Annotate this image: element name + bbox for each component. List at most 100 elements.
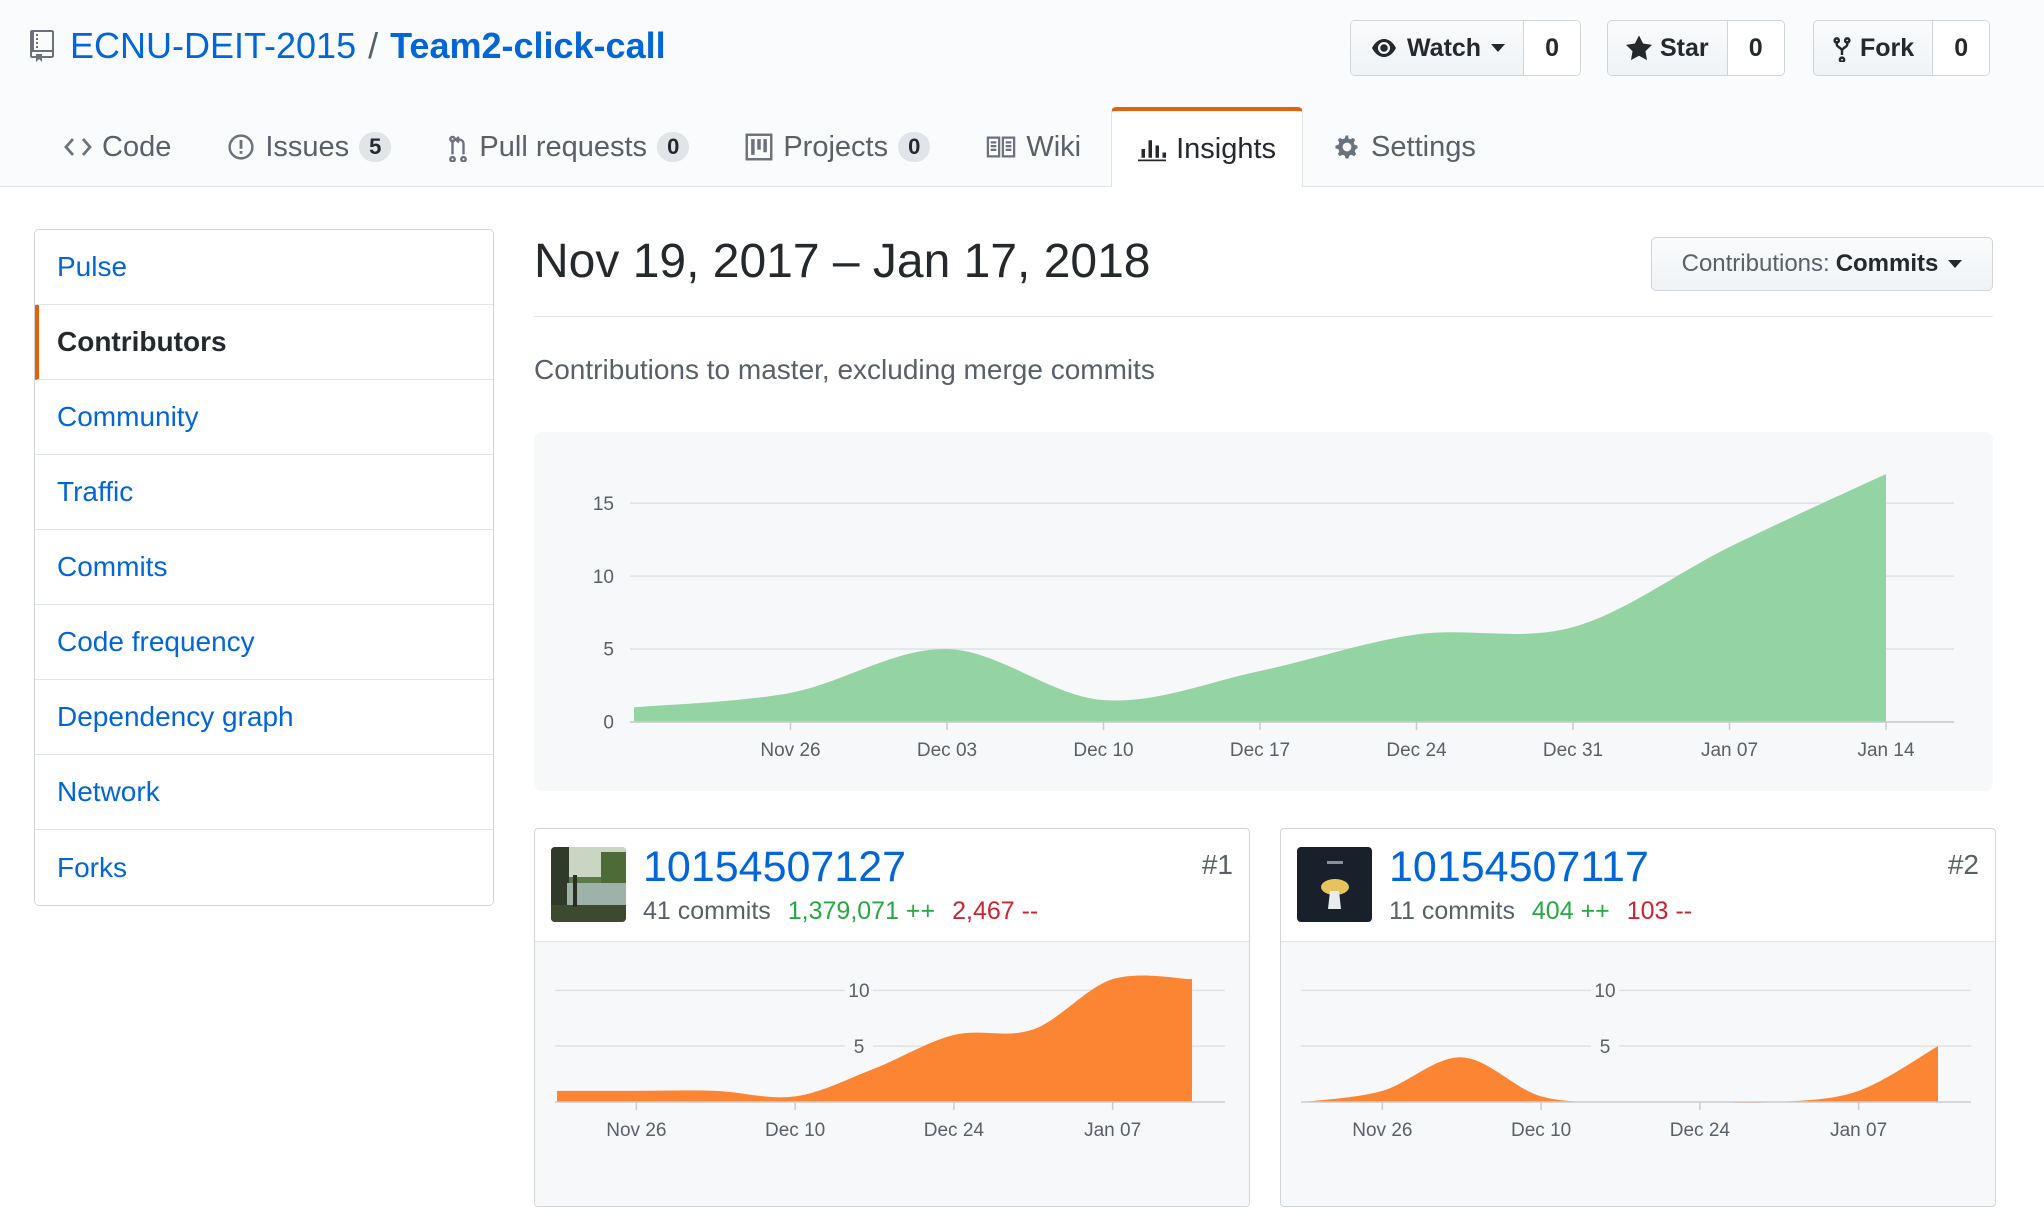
x-tick-label: Jan 07 — [1830, 1120, 1887, 1141]
pull-request-icon — [449, 135, 468, 162]
contributor-card-header: 10154507127 #1 41 commits 1,379,071 ++ 2… — [535, 829, 1249, 942]
x-tick-label: Dec 31 — [1543, 740, 1603, 761]
contributor-rank: #1 — [1201, 849, 1233, 880]
contributor-chart-svg: 5 10 Nov 26 Dec 10 Dec 24 Jan 07 — [1301, 977, 1971, 1141]
x-tick-label: Nov 26 — [606, 1120, 666, 1141]
additions-count: 404 ++ — [1531, 897, 1610, 925]
issues-counter: 5 — [359, 132, 392, 162]
y-tick-label: 0 — [603, 713, 614, 734]
contributions-chart: 0 5 10 15 Nov 26 Dec 03 Dec 10 Dec 17 Dec 24 Dec … — [534, 432, 1993, 791]
contributor-stats: 11 commits 404 ++ 103 -- — [1389, 897, 1692, 926]
repo-separator: / — [368, 25, 379, 66]
y-tick-label: 5 — [603, 640, 614, 661]
star-button[interactable]: Star — [1608, 21, 1728, 75]
sidebar-item-pulse[interactable]: Pulse — [35, 230, 493, 305]
x-tick-label: Nov 26 — [760, 740, 820, 761]
deletions-count: 2,467 -- — [952, 897, 1039, 925]
avatar[interactable] — [551, 847, 626, 922]
y-tick-label: 10 — [593, 567, 614, 588]
tab-label: Insights — [1176, 132, 1277, 165]
contributor-username[interactable]: 10154507117 — [1389, 843, 1649, 892]
watch-count[interactable]: 0 — [1524, 21, 1581, 75]
fork-label: Fork — [1860, 33, 1915, 62]
watch-button[interactable]: Watch — [1351, 21, 1525, 75]
projects-counter: 0 — [898, 132, 931, 162]
area-series — [634, 474, 1886, 722]
gear-icon — [1335, 135, 1358, 159]
fork-button[interactable]: Fork — [1814, 21, 1934, 75]
x-tick-label: Dec 24 — [1386, 740, 1447, 761]
insights-sidebar: Pulse Contributors Community Traffic Com… — [34, 229, 494, 906]
code-icon — [64, 138, 92, 156]
sidebar-item-traffic[interactable]: Traffic — [35, 455, 493, 530]
star-group: Star 0 — [1607, 20, 1785, 76]
watch-group: Watch 0 — [1350, 20, 1582, 76]
tab-issues[interactable]: Issues 5 — [201, 108, 417, 186]
x-tick-label: Dec 10 — [765, 1120, 825, 1141]
sidebar-item-code-frequency[interactable]: Code frequency — [35, 605, 493, 680]
contributor-rank: #2 — [1947, 849, 1979, 880]
tab-label: Pull requests — [479, 130, 648, 163]
commit-count[interactable]: 41 commits — [643, 897, 771, 925]
chevron-down-icon — [1491, 44, 1506, 52]
contributor-username[interactable]: 10154507127 — [643, 843, 906, 892]
repo-nav: Code Issues 5 Pull requests 0 Projects 0… — [38, 107, 1506, 187]
fork-count[interactable]: 0 — [1933, 21, 1990, 75]
x-tick-label: Jan 07 — [1701, 740, 1758, 761]
x-tick-label: Jan 07 — [1084, 1120, 1141, 1141]
contributor-stats: 41 commits 1,379,071 ++ 2,467 -- — [643, 897, 1038, 926]
sidebar-item-network[interactable]: Network — [35, 755, 493, 830]
x-tick-label: Dec 10 — [1511, 1120, 1571, 1141]
sidebar-item-community[interactable]: Community — [35, 380, 493, 455]
contributions-select[interactable]: Contributions: Commits — [1651, 237, 1993, 291]
tab-settings[interactable]: Settings — [1307, 108, 1502, 186]
graph-icon — [1138, 140, 1167, 162]
x-tick-label: Nov 26 — [1352, 1120, 1412, 1141]
repo-icon — [30, 30, 54, 62]
area-series — [1303, 1046, 1938, 1103]
project-icon — [745, 133, 773, 161]
sidebar-item-dependency-graph[interactable]: Dependency graph — [35, 680, 493, 755]
tab-label: Projects — [783, 130, 889, 163]
sidebar-item-contributors[interactable]: Contributors — [35, 305, 493, 380]
contributor-chart-svg: 5 10 Nov 26 Dec 10 Dec 24 Jan 07 — [555, 975, 1225, 1141]
contributions-chart-svg: 0 5 10 15 Nov 26 Dec 03 Dec 10 Dec 17 Dec 24 Dec … — [593, 474, 1954, 761]
contributions-value: Commits — [1835, 250, 1939, 277]
sidebar-item-commits[interactable]: Commits — [35, 530, 493, 605]
y-tick-label: 10 — [848, 981, 869, 1002]
page: ECNU-DEIT-2015 / Team2-click-call Watch … — [0, 0, 2044, 1228]
x-tick-label: Dec 03 — [917, 740, 977, 761]
book-icon — [987, 136, 1016, 158]
repo-title: ECNU-DEIT-2015 / Team2-click-call — [30, 22, 666, 70]
x-tick-label: Dec 24 — [1670, 1120, 1731, 1141]
tab-projects[interactable]: Projects 0 — [719, 108, 956, 186]
contributor-card: 10154507127 #1 41 commits 1,379,071 ++ 2… — [534, 828, 1250, 1207]
pull-requests-counter: 0 — [657, 132, 690, 162]
tab-pull-requests[interactable]: Pull requests 0 — [421, 108, 715, 186]
tab-label: Code — [102, 130, 172, 163]
contributions-prefix: Contributions: — [1681, 250, 1830, 277]
x-tick-label: Dec 17 — [1230, 740, 1290, 761]
chevron-down-icon — [1948, 260, 1963, 268]
tab-label: Wiki — [1026, 130, 1082, 163]
eye-icon — [1372, 39, 1396, 57]
repo-name-link[interactable]: Team2-click-call — [390, 25, 665, 67]
tab-insights[interactable]: Insights — [1111, 107, 1304, 187]
tab-wiki[interactable]: Wiki — [960, 108, 1107, 186]
contributor-chart: 5 10 Nov 26 Dec 10 Dec 24 Jan 07 — [535, 942, 1249, 1206]
commit-count[interactable]: 11 commits — [1389, 897, 1515, 925]
sidebar-item-forks[interactable]: Forks — [35, 830, 493, 905]
divider — [534, 316, 1993, 317]
fork-group: Fork 0 — [1813, 20, 1991, 76]
additions-count: 1,379,071 ++ — [787, 897, 936, 925]
page-title: Nov 19, 2017 – Jan 17, 2018 — [534, 235, 1151, 288]
repo-owner-link[interactable]: ECNU-DEIT-2015 — [70, 25, 356, 67]
avatar[interactable] — [1297, 847, 1372, 922]
tab-label: Issues — [265, 130, 350, 163]
watch-label: Watch — [1407, 33, 1482, 62]
area-series — [557, 975, 1192, 1102]
star-count[interactable]: 0 — [1727, 21, 1784, 75]
deletions-count: 103 -- — [1626, 897, 1693, 925]
tab-code[interactable]: Code — [38, 108, 197, 186]
star-icon — [1626, 35, 1652, 61]
